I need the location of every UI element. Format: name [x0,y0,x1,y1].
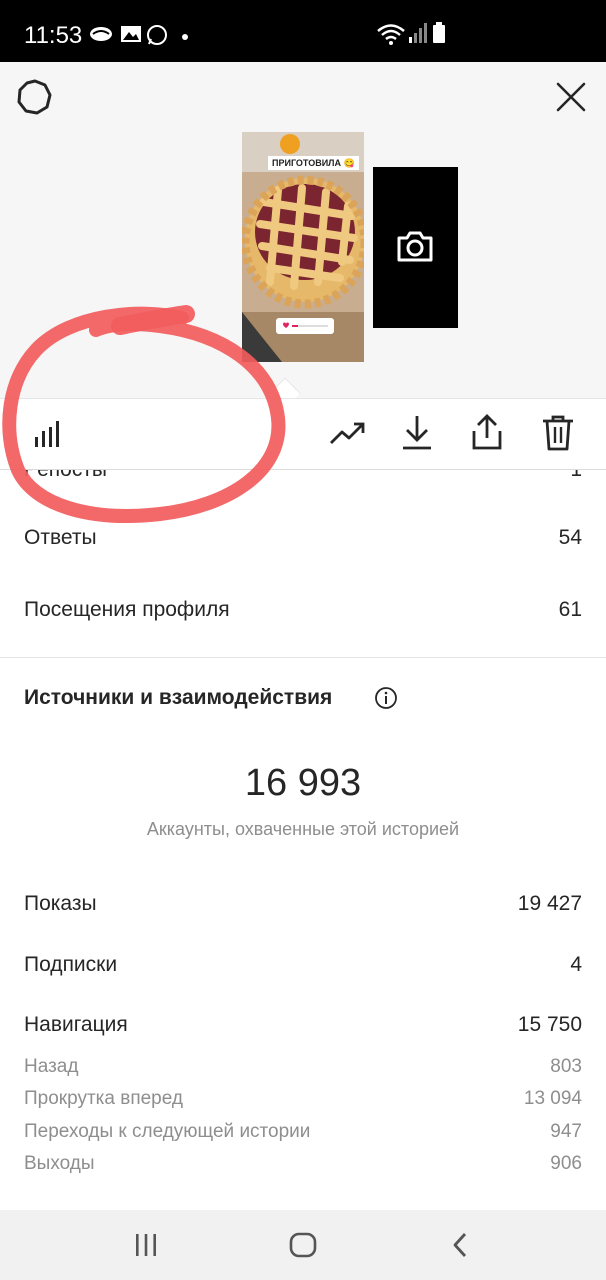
recent-apps-icon[interactable] [129,1228,163,1262]
gear-icon[interactable] [16,78,54,116]
insights-content: Репосты1 Ответы 54 Посещения профиля 61 … [0,470,606,1210]
messenger-icon [90,27,112,41]
dot-icon [182,34,188,40]
story-thumbnail[interactable]: ПРИГОТОВИЛА 😋 [242,132,364,362]
detail-value: 906 [550,1153,582,1174]
system-navigation-bar [0,1210,606,1280]
download-icon[interactable] [397,413,437,453]
share-icon[interactable] [467,413,507,453]
detail-label: Переходы к следующей истории [24,1121,311,1142]
promote-trend-icon[interactable] [327,413,367,453]
metric-row-replies: Ответы 54 [24,526,582,550]
metric-row-profile-visits: Посещения профиля 61 [24,598,582,622]
story-toolbar [0,398,606,470]
detail-label: Выходы [24,1153,95,1174]
info-icon[interactable] [374,686,398,710]
nav-detail-exits: Выходы 906 [24,1153,582,1175]
status-bar: 11:53 [0,0,606,62]
metric-row-impressions: Показы 19 427 [24,892,582,916]
metric-row-navigation: Навигация 15 750 [24,1013,582,1037]
delete-icon[interactable] [538,413,578,453]
nav-detail-next-story: Переходы к следующей истории 947 [24,1121,582,1143]
whatsapp-icon [147,25,167,45]
home-icon[interactable] [286,1228,320,1262]
gallery-notification-icon [121,26,141,42]
insights-bars-icon[interactable] [28,413,68,453]
reach-value: 16 993 [244,762,362,804]
metric-label: Навигация [24,1013,128,1036]
metric-value: 61 [558,598,582,621]
wifi-icon [377,24,405,45]
metric-label: Подписки [24,953,118,976]
metric-label: Показы [24,892,97,915]
next-story-placeholder[interactable] [373,167,458,328]
story-header: ПРИГОТОВИЛА 😋 [0,62,606,398]
metric-value: 19 427 [517,892,582,915]
back-icon[interactable] [444,1228,478,1262]
signal-icon [409,23,427,43]
battery-icon [433,22,445,43]
camera-icon [397,231,433,262]
emoji-slider-sticker [276,318,334,334]
nav-detail-forward: Прокрутка вперед 13 094 [24,1088,582,1110]
section-title: Источники и взаимодействия [24,686,333,709]
detail-value: 13 094 [523,1088,582,1109]
metric-value: 15 750 [517,1013,582,1036]
detail-label: Прокрутка вперед [24,1088,183,1109]
detail-value: 803 [550,1056,582,1077]
metric-row-clipped: Репосты1 [24,470,582,482]
metric-row-follows: Подписки 4 [24,953,582,977]
reach-caption: Аккаунты, охваченные этой историей [146,819,460,839]
section-divider [0,657,606,658]
detail-value: 947 [550,1121,582,1142]
status-time: 11:53 [24,22,83,49]
metric-label: Посещения профиля [24,598,230,621]
detail-label: Назад [24,1056,79,1077]
metric-value: 54 [558,526,582,549]
metric-label: Ответы [24,526,97,549]
close-icon[interactable] [554,80,588,114]
nav-detail-back: Назад 803 [24,1056,582,1078]
story-sticker-text: ПРИГОТОВИЛА 😋 [268,156,359,170]
metric-value: 4 [570,953,582,976]
